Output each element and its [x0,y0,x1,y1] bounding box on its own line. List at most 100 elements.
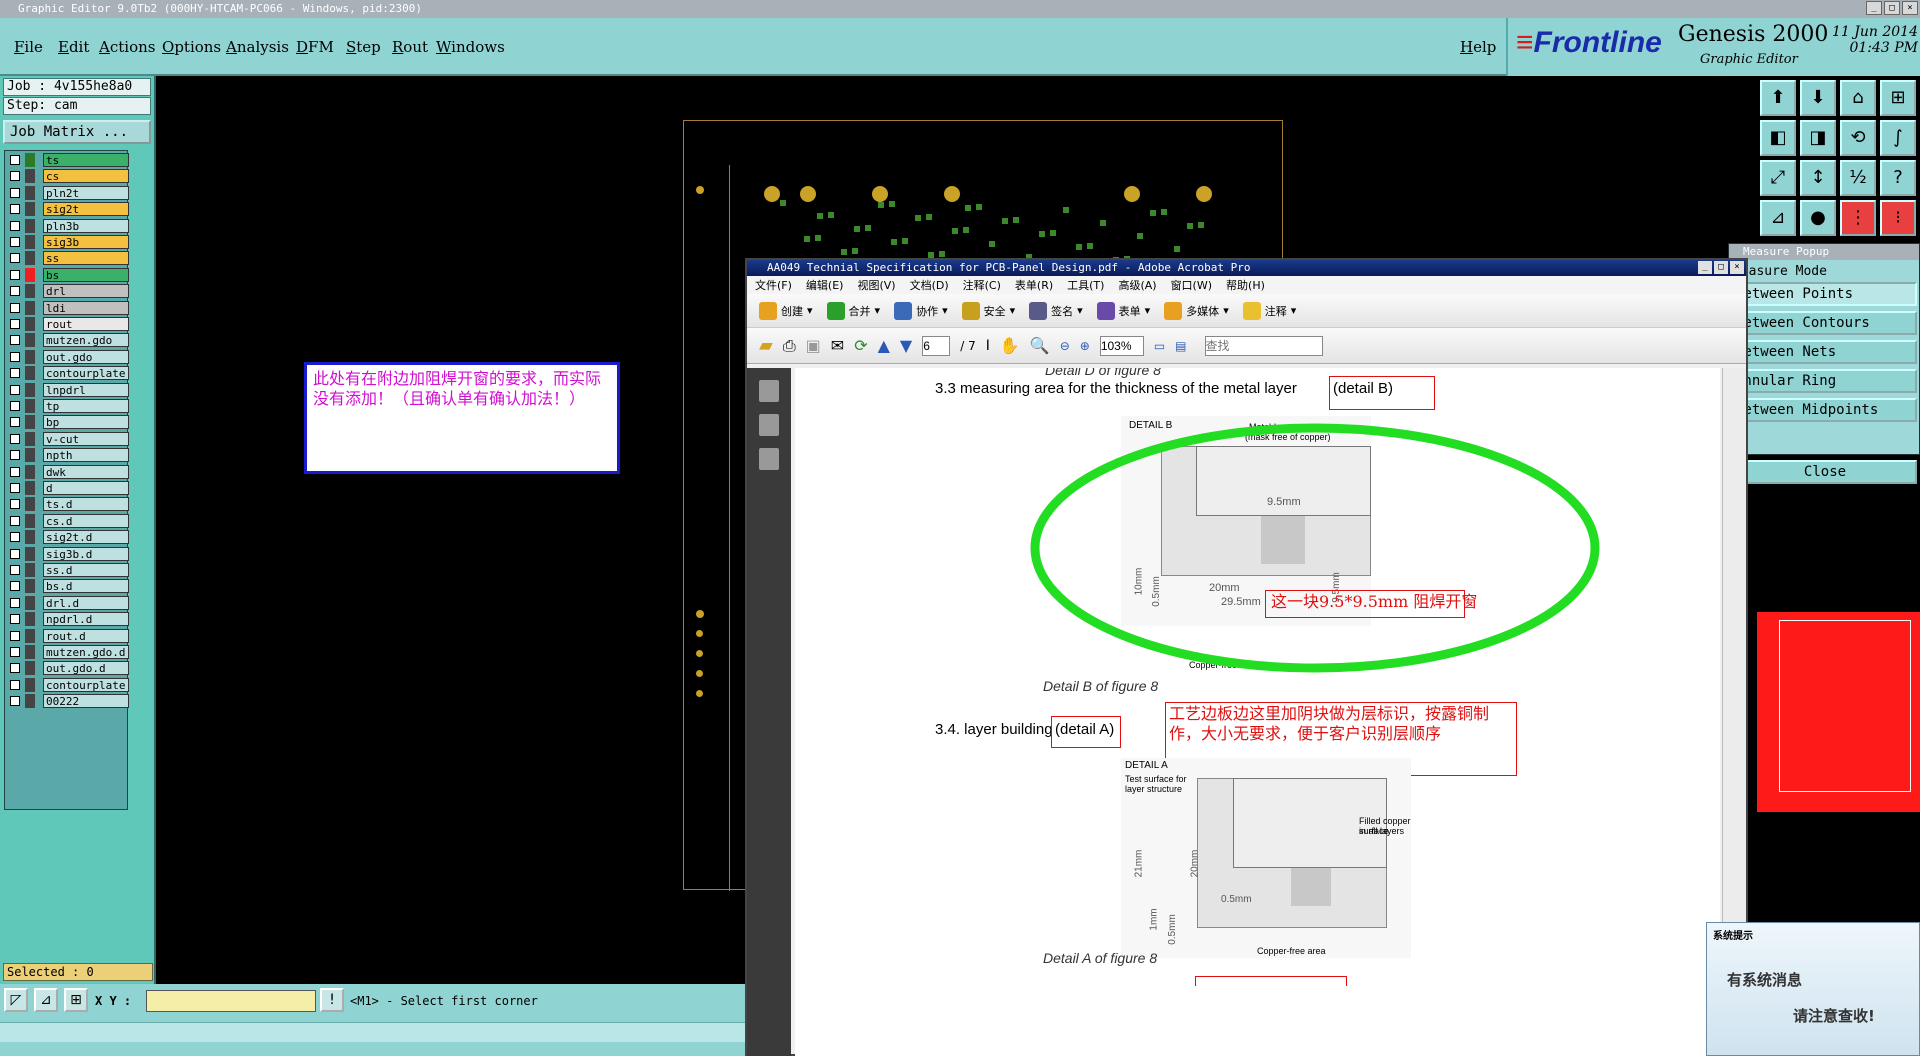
print-icon[interactable]: ⎙ [783,336,796,356]
layer-checkbox[interactable] [10,679,20,690]
task-button[interactable]: 签名 ▾ [1029,301,1083,320]
layer-checkbox[interactable] [10,548,20,559]
grid-snap-icon[interactable]: ⊞ [64,988,88,1012]
layer-row[interactable]: ldi [7,300,129,315]
measure-mode-icon[interactable]: ⊿ [34,988,58,1012]
layer-row[interactable]: npth [7,448,129,463]
layer-row[interactable]: ts.d [7,497,129,512]
minimize-button[interactable]: _ [1866,1,1882,15]
acrobat-menu-item[interactable]: 文件(F) [755,277,792,293]
layer-checkbox[interactable] [10,466,20,477]
layer-row[interactable]: sig2t [7,202,129,217]
view-icon-2[interactable]: ⬇ [1800,80,1836,116]
hand-tool-icon[interactable]: ✋ [1000,336,1020,355]
layers-icon[interactable]: ⋮ [1840,200,1876,236]
search-input[interactable] [1204,335,1323,356]
layer-row[interactable]: ss [7,251,129,266]
pan-right-icon[interactable]: ◨ [1800,120,1836,156]
task-button[interactable]: 多媒体 ▾ [1164,301,1229,320]
job-matrix-button[interactable]: Job Matrix ... [3,120,151,144]
between-contours-button[interactable]: Between Contours [1731,311,1917,335]
acrobat-minimize[interactable]: _ [1698,261,1712,274]
prev-page-icon[interactable]: ▲ [878,336,890,355]
zoom-fit-icon[interactable]: ⤢ [1760,160,1796,196]
pages-panel-icon[interactable] [759,380,779,402]
layer-row[interactable]: ts [7,153,129,167]
layer-checkbox[interactable] [10,253,20,264]
acrobat-menu-item[interactable]: 视图(V) [857,277,895,293]
layer-checkbox[interactable] [10,351,20,362]
layer-checkbox[interactable] [10,237,20,247]
help-icon[interactable]: ? [1880,160,1916,196]
maximize-button[interactable]: □ [1884,1,1900,15]
save-icon[interactable]: ▣ [806,336,821,355]
layer-row[interactable]: ss.d [7,563,129,577]
layer-row[interactable]: drl.d [7,595,129,610]
open-icon[interactable]: ▰ [759,335,773,356]
menu-edit[interactable]: Edit [58,38,89,56]
acrobat-menu-item[interactable]: 文档(D) [910,277,949,293]
zoom-out-icon[interactable]: ⊖ [1060,339,1070,353]
layer-checkbox[interactable] [10,581,20,592]
menu-options[interactable]: Options [162,38,221,56]
annular-ring-button[interactable]: Annular Ring [1731,369,1917,393]
task-button[interactable]: 安全 ▾ [961,301,1015,320]
acrobat-maximize[interactable]: □ [1714,261,1728,274]
acrobat-menu-item[interactable]: 帮助(H) [1226,277,1265,293]
layer-checkbox[interactable] [10,286,20,297]
layer-row[interactable]: mutzen.gdo.d [7,645,129,659]
layer-row[interactable]: sig3b [7,235,129,249]
layer-row[interactable]: bp [7,415,129,430]
probe-icon[interactable]: ● [1800,200,1836,236]
between-points-button[interactable]: Between Points [1731,282,1917,306]
task-button[interactable]: 创建 ▾ [759,301,813,320]
menu-windows[interactable]: Windows [436,38,505,56]
next-page-icon[interactable]: ▼ [900,336,912,355]
view-icon-1[interactable]: ⬆ [1760,80,1796,116]
menu-actions[interactable]: Actions [99,38,155,56]
layer-checkbox[interactable] [10,204,20,215]
select-text-icon[interactable]: I [986,338,990,354]
layer-row[interactable]: sig2t.d [7,530,129,545]
layer-row[interactable]: npdrl.d [7,612,129,627]
layer-checkbox[interactable] [10,187,20,198]
menu-help[interactable]: Help [1460,38,1496,56]
layer-row[interactable]: bs.d [7,579,129,594]
home-icon[interactable]: ⌂ [1840,80,1876,116]
between-midpoints-button[interactable]: Between Midpoints [1731,398,1917,422]
task-button[interactable]: 合并 ▾ [826,301,880,320]
layer-row[interactable]: rout [7,317,129,331]
task-button[interactable]: 注释 ▾ [1242,301,1296,320]
acrobat-menu-item[interactable]: 窗口(W) [1171,277,1212,293]
layer-row[interactable]: mutzen.gdo [7,333,129,348]
layer-checkbox[interactable] [10,515,20,526]
sync-icon[interactable]: ⟳ [854,336,867,355]
layer-row[interactable]: v-cut [7,431,129,446]
layer-checkbox[interactable] [10,368,20,379]
layer-row[interactable]: d [7,481,129,495]
attachments-panel-icon[interactable] [759,414,779,436]
layer-row[interactable]: tp [7,399,129,413]
layer-checkbox[interactable] [10,499,20,510]
fit-width-icon[interactable]: ▤ [1175,339,1186,353]
layer-checkbox[interactable] [10,614,20,625]
scale-icon[interactable]: ½ [1840,160,1876,196]
layer-row[interactable]: cs [7,169,129,184]
layer-checkbox[interactable] [10,269,20,280]
menu-file[interactable]: File [14,38,43,56]
layer-row[interactable]: out.gdo.d [7,661,129,676]
acrobat-close[interactable]: × [1730,261,1744,274]
grid-icon[interactable]: ⊞ [1880,80,1916,116]
layer-checkbox[interactable] [10,220,20,231]
alert-icon[interactable]: ! [320,988,344,1012]
layer-row[interactable]: pln2t [7,185,129,200]
layer-checkbox[interactable] [10,450,20,461]
page-input[interactable] [922,335,951,356]
menu-analysis[interactable]: Analysis [226,38,289,56]
system-notification[interactable]: 系统提示 有系统消息 请注意查收! [1706,922,1920,1056]
zoom-in-icon[interactable]: ⊕ [1080,339,1090,353]
layer-checkbox[interactable] [10,532,20,543]
task-button[interactable]: 表单 ▾ [1096,301,1150,320]
menu-dfm[interactable]: DFM [296,38,334,56]
task-button[interactable]: 协作 ▾ [894,301,948,320]
